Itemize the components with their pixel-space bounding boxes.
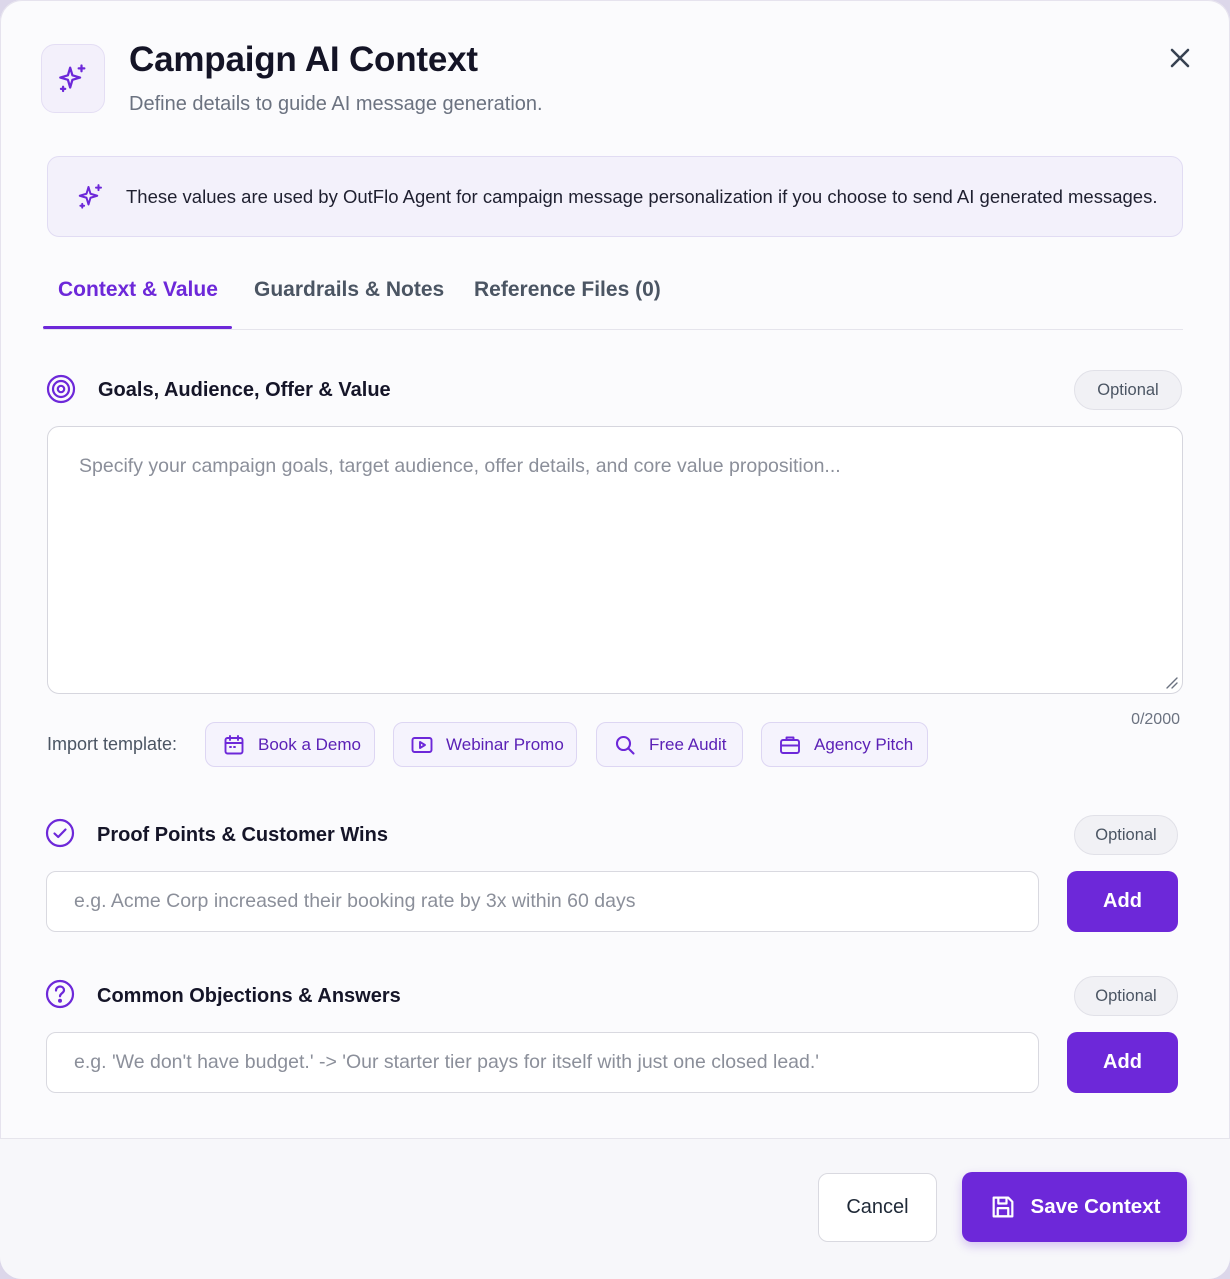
briefcase-icon (780, 736, 800, 754)
template-label: Webinar Promo (446, 734, 564, 754)
play-icon (411, 736, 433, 753)
search-icon (615, 735, 635, 755)
save-context-label: Save Context (1030, 1195, 1161, 1218)
modal-title: Campaign AI Context (129, 40, 478, 79)
calendar-icon (224, 734, 244, 754)
optional-badge: Optional (1074, 370, 1182, 410)
banner-text: These values are used by OutFlo Agent fo… (126, 185, 1158, 207)
proof-point-input[interactable] (46, 871, 1039, 932)
modal-subtitle: Define details to guide AI message gener… (129, 93, 543, 115)
import-template-label: Import template: (47, 734, 178, 754)
check-circle-icon (45, 818, 75, 848)
resize-handle[interactable] (1163, 674, 1179, 690)
template-webinar-promo-button[interactable]: Webinar Promo (393, 722, 577, 767)
close-icon (1170, 48, 1190, 68)
tab-reference-files[interactable]: Reference Files (0) (474, 278, 661, 302)
tab-guardrails-notes[interactable]: Guardrails & Notes (254, 278, 444, 302)
optional-badge: Optional (1074, 815, 1178, 855)
modal-footer: Cancel Save Context (0, 1138, 1230, 1279)
sparkles-icon (41, 44, 105, 113)
template-label: Agency Pitch (814, 734, 914, 754)
character-counter: 0/2000 (1131, 711, 1180, 728)
cancel-button[interactable]: Cancel (818, 1173, 937, 1242)
tab-context-value[interactable]: Context & Value (58, 278, 218, 302)
add-objection-button[interactable]: Add (1067, 1032, 1178, 1093)
close-button[interactable] (1160, 38, 1200, 78)
goals-textarea[interactable] (47, 426, 1183, 694)
template-label: Free Audit (649, 734, 727, 754)
template-agency-pitch-button[interactable]: Agency Pitch (761, 722, 928, 767)
template-book-a-demo-button[interactable]: Book a Demo (205, 722, 375, 767)
add-proof-point-button[interactable]: Add (1067, 871, 1178, 932)
info-banner: These values are used by OutFlo Agent fo… (47, 156, 1183, 237)
campaign-ai-context-modal: Campaign AI Context Define details to gu… (0, 0, 1230, 1279)
optional-badge: Optional (1074, 976, 1178, 1016)
target-icon (46, 374, 76, 404)
question-circle-icon (45, 979, 75, 1009)
active-tab-indicator (43, 326, 232, 329)
tab-bar: Context & Value Guardrails & Notes Refer… (43, 270, 1183, 330)
goals-section-title: Goals, Audience, Offer & Value (98, 379, 391, 401)
objections-section-title: Common Objections & Answers (97, 985, 401, 1007)
objection-input[interactable] (46, 1032, 1039, 1093)
template-free-audit-button[interactable]: Free Audit (596, 722, 743, 767)
proof-section-title: Proof Points & Customer Wins (97, 824, 388, 846)
save-icon (992, 1196, 1013, 1218)
sparkles-icon (78, 183, 102, 209)
save-context-button[interactable]: Save Context (962, 1172, 1187, 1242)
template-label: Book a Demo (258, 734, 361, 754)
